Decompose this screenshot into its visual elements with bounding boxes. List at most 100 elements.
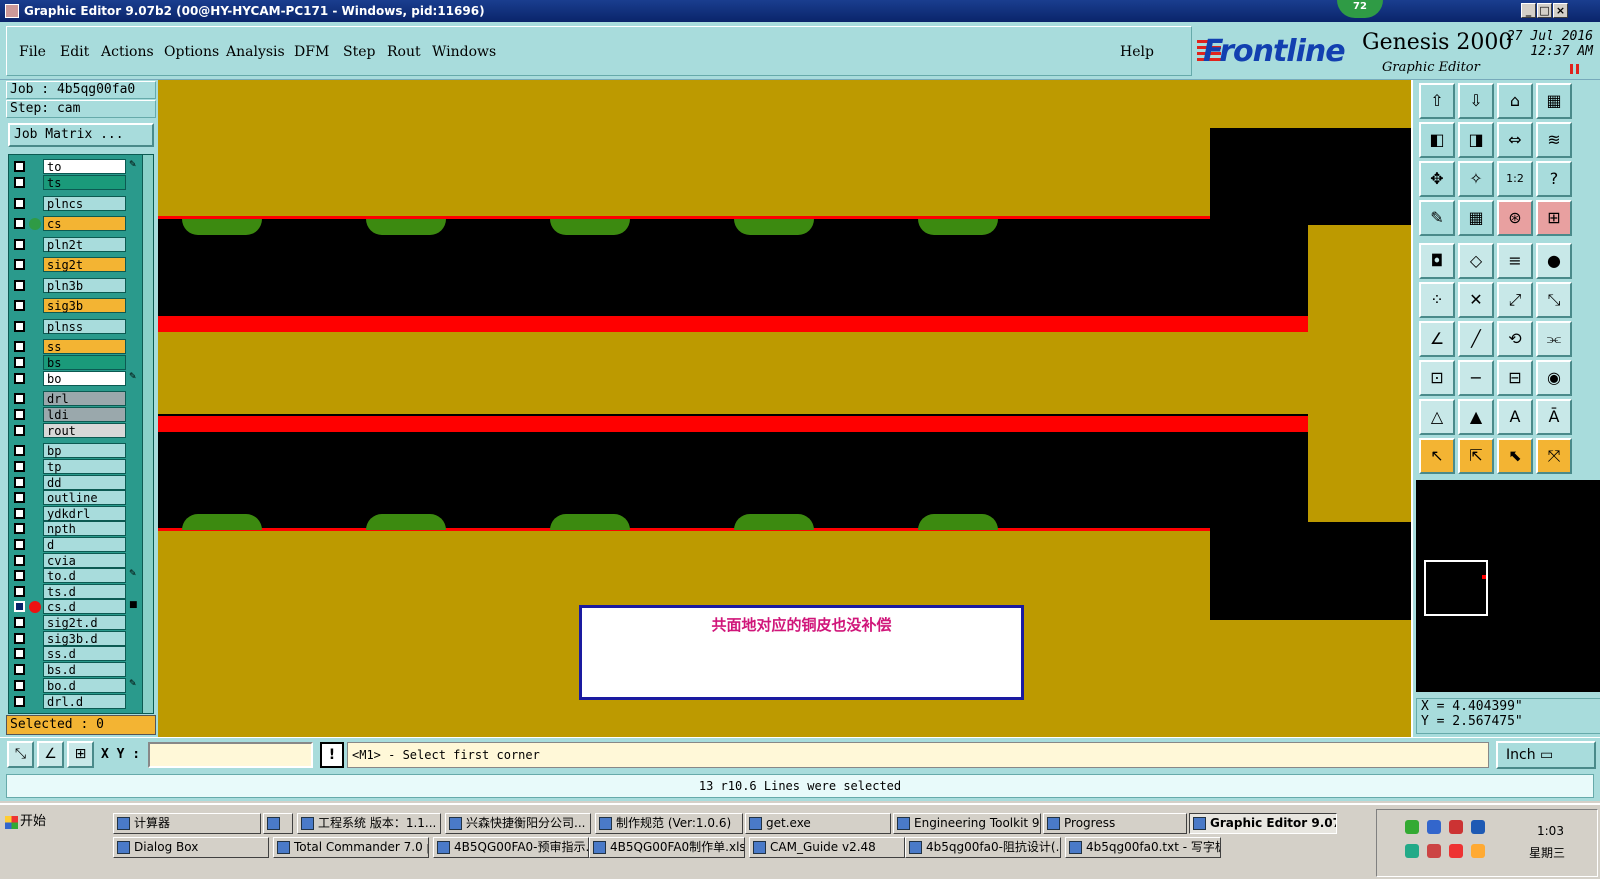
taskbar-item[interactable]: get.exe (745, 813, 891, 834)
start-button[interactable]: 开始 (2, 811, 50, 835)
taskbar-item[interactable]: 4B5QG00FA0制作单.xls ... (589, 837, 745, 858)
layer-row-sig3b-d[interactable]: sig3b.d (9, 631, 141, 646)
grid-mode-icon[interactable]: ⊞ (67, 741, 94, 768)
cross-icon[interactable]: ✕ (1458, 282, 1494, 318)
menu-rout[interactable]: Rout (387, 44, 421, 60)
pad-icon[interactable]: ◘ (1419, 243, 1455, 279)
layer-checkbox[interactable] (14, 425, 25, 436)
help-icon[interactable]: ? (1536, 161, 1572, 197)
layer-name[interactable]: to (43, 159, 126, 174)
layer-name[interactable]: plncs (43, 196, 126, 211)
tray-g-icon[interactable] (1427, 844, 1441, 858)
tri-2-icon[interactable]: ▲ (1458, 399, 1494, 435)
blob-icon[interactable]: ◉ (1536, 360, 1572, 396)
maximize-button[interactable]: □ (1537, 3, 1552, 18)
taskbar-item[interactable]: 4b5qg00fa0.txt - 写字板 (1065, 837, 1221, 858)
layer-name[interactable]: ts (43, 175, 126, 190)
zoom-width-icon[interactable]: ⇔ (1497, 122, 1533, 158)
menu-dfm[interactable]: DFM (294, 44, 329, 60)
layer-name[interactable]: dd (43, 475, 126, 490)
layer-checkbox[interactable] (14, 601, 25, 612)
layer-checkbox[interactable] (14, 648, 25, 659)
diag-icon[interactable]: ╱ (1458, 321, 1494, 357)
ruler-icon[interactable]: ≡ (1497, 243, 1533, 279)
layer-row-cs[interactable]: cs (9, 216, 141, 231)
minimize-button[interactable]: _ (1521, 3, 1536, 18)
layer-row-ydkdrl[interactable]: ydkdrl (9, 506, 141, 521)
grid-icon[interactable]: ▦ (1458, 200, 1494, 236)
layer-checkbox[interactable] (14, 357, 25, 368)
select-poly-icon[interactable]: ⬉ (1497, 438, 1533, 474)
tray-shield-icon[interactable] (1405, 844, 1419, 858)
layer-checkbox[interactable] (14, 445, 25, 456)
layer-row-ldi[interactable]: ldi (9, 407, 141, 422)
layer-name[interactable]: bp (43, 443, 126, 458)
minus-icon[interactable]: − (1458, 360, 1494, 396)
layer-name[interactable]: sig3b.d (43, 631, 126, 646)
layer-checkbox[interactable] (14, 280, 25, 291)
taskbar-item[interactable] (263, 813, 293, 834)
tray-alert-icon[interactable] (1449, 820, 1463, 834)
menu-step[interactable]: Step (343, 44, 375, 60)
graphics-canvas[interactable]: 共面地对应的铜皮也没补偿 (158, 80, 1411, 737)
layer-checkbox[interactable] (14, 696, 25, 707)
menu-options[interactable]: Options (164, 44, 219, 60)
layer-row-bo[interactable]: bo ✎ (9, 371, 141, 386)
layer-checkbox[interactable] (14, 393, 25, 404)
layer-affected-dot-icon[interactable] (29, 601, 41, 613)
layer-name[interactable]: tp (43, 459, 126, 474)
layer-row-drl-d[interactable]: drl.d (9, 694, 141, 709)
layer-checkbox[interactable] (14, 373, 25, 384)
taskbar-item[interactable]: Progress (1043, 813, 1187, 834)
layer-name[interactable]: ss (43, 339, 126, 354)
layer-checkbox[interactable] (14, 198, 25, 209)
layer-name[interactable]: ldi (43, 407, 126, 422)
layer-name[interactable]: pln2t (43, 237, 126, 252)
layer-row-ss-d[interactable]: ss.d (9, 646, 141, 661)
layer-name[interactable]: cvia (43, 553, 126, 568)
tri-1-icon[interactable]: △ (1419, 399, 1455, 435)
surface-icon[interactable]: ◇ (1458, 243, 1494, 279)
layer-checkbox[interactable] (14, 492, 25, 503)
layer-name[interactable]: pln3b (43, 278, 126, 293)
layer-name[interactable]: sig2t.d (43, 615, 126, 630)
layer-row-dd[interactable]: dd (9, 475, 141, 490)
overview-map[interactable] (1416, 480, 1600, 692)
zoom-save-icon[interactable]: ⇩ (1458, 83, 1494, 119)
layer-name[interactable]: bs (43, 355, 126, 370)
layer-row-cs-d[interactable]: cs.d ■ (9, 599, 141, 614)
snap-red-icon[interactable]: ⊛ (1497, 200, 1533, 236)
bluetooth-icon[interactable] (1471, 820, 1485, 834)
layer-checkbox[interactable] (14, 218, 25, 229)
layer-row-pln3b[interactable]: pln3b (9, 278, 141, 293)
snap-mode-icon[interactable]: ⤡ (7, 741, 34, 768)
layer-row-ts[interactable]: ts (9, 175, 141, 190)
line-move-icon[interactable]: ⤡ (1536, 282, 1572, 318)
layer-affected-dot-icon[interactable] (29, 218, 41, 230)
layer-checkbox[interactable] (14, 477, 25, 488)
measure-icon[interactable]: ⊟ (1497, 360, 1533, 396)
layer-checkbox[interactable] (14, 341, 25, 352)
layer-checkbox[interactable] (14, 523, 25, 534)
line-add-icon[interactable]: ⤢ (1497, 282, 1533, 318)
layer-row-bo-d[interactable]: bo.d ✎ (9, 678, 141, 693)
tray-add-icon[interactable] (1405, 820, 1419, 834)
layer-checkbox[interactable] (14, 617, 25, 628)
layer-name[interactable]: cs.d (43, 599, 126, 614)
layer-checkbox[interactable] (14, 586, 25, 597)
warning-button[interactable]: ! (320, 742, 344, 768)
layer-checkbox[interactable] (14, 409, 25, 420)
xy-input[interactable] (148, 742, 313, 768)
layer-checkbox[interactable] (14, 508, 25, 519)
layer-checkbox[interactable] (14, 177, 25, 188)
layer-checkbox[interactable] (14, 321, 25, 332)
layer-row-d[interactable]: d (9, 537, 141, 552)
layer-row-rout[interactable]: rout (9, 423, 141, 438)
layer-name[interactable]: sig3b (43, 298, 126, 313)
taskbar-item[interactable]: 计算器 (113, 813, 261, 834)
home-icon[interactable]: ⌂ (1497, 83, 1533, 119)
taskbar-item[interactable]: Dialog Box (113, 837, 269, 858)
layer-checkbox[interactable] (14, 570, 25, 581)
circle-icon[interactable]: ● (1536, 243, 1572, 279)
taskbar-item[interactable]: Total Commander 7.0 pu... (273, 837, 429, 858)
